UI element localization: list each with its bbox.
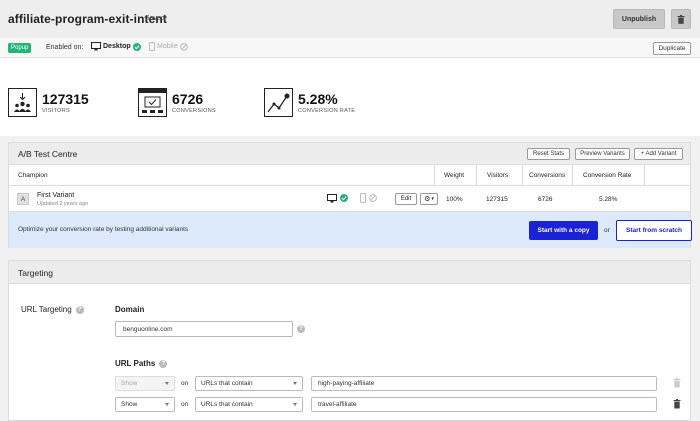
conversions-icon <box>138 88 167 117</box>
conversions-stat: 6726 CONVERSIONS <box>138 88 216 117</box>
url-paths-text: URL Paths <box>115 359 156 368</box>
path-match-value: URLs that contain <box>201 380 253 387</box>
help-icon[interactable]: ? <box>297 325 305 333</box>
variant-updated: Updated 2 years ago <box>37 201 89 207</box>
domain-label: Domain <box>115 305 145 314</box>
on-label: on <box>181 380 189 387</box>
conversion-rate-value: 5.28% <box>298 91 338 107</box>
col-weight: Weight <box>444 172 465 179</box>
disabled-circle-icon <box>179 42 188 51</box>
ab-test-panel: A/B Test Centre Reset Stats Preview Vari… <box>8 142 692 248</box>
popup-type-badge: Popup <box>8 43 32 53</box>
conversions-value: 6726 <box>172 91 204 107</box>
start-with-copy-button[interactable]: Start with a copy <box>529 221 598 240</box>
targeting-title: Targeting <box>18 268 53 278</box>
check-circle-icon <box>340 194 348 202</box>
ab-table-header: Champion Weight Visitors Conversions Con… <box>9 165 690 186</box>
edit-variant-button[interactable]: Edit <box>395 193 417 205</box>
conversions-label: CONVERSIONS <box>172 108 216 114</box>
col-conversion-rate: Conversion Rate <box>583 172 632 179</box>
path-match-value: URLs that contain <box>201 401 253 408</box>
help-icon[interactable]: ? <box>159 359 168 368</box>
check-circle-icon <box>132 42 141 51</box>
or-separator: or <box>604 227 610 234</box>
col-visitors: Visitors <box>487 172 509 179</box>
trash-icon[interactable] <box>673 378 681 388</box>
chevron-down-icon: ▾ <box>431 196 434 202</box>
top-header: affiliate-program-exit-intent Saved Unpu… <box>0 0 700 38</box>
conversion-rate-stat: 5.28% CONVERSION RATE <box>264 88 355 117</box>
col-conversions: Conversions <box>529 172 566 179</box>
variant-letter-badge: A <box>17 193 29 205</box>
col-champion: Champion <box>18 172 48 179</box>
trash-icon <box>677 14 685 24</box>
chevron-down-icon <box>165 403 169 406</box>
variant-name[interactable]: First Variant <box>37 192 74 199</box>
path-value-input[interactable]: high-paying-affiliate <box>311 376 657 391</box>
variant-conversion-rate: 5.28% <box>599 196 618 203</box>
desktop-icon <box>91 42 101 51</box>
campaign-subbar: Popup Enabled on: Desktop Mobile <box>0 38 700 58</box>
path-value-input[interactable]: travel-affiliate <box>311 397 657 412</box>
ab-test-header: A/B Test Centre Reset Stats Preview Vari… <box>9 143 690 165</box>
start-from-scratch-button[interactable]: Start from scratch <box>616 220 692 241</box>
gear-icon: ⚙ <box>424 196 431 203</box>
visitors-icon <box>8 88 37 117</box>
desktop-toggle[interactable]: Desktop <box>91 42 141 51</box>
targeting-header: Targeting <box>9 261 690 284</box>
chevron-down-icon <box>165 382 169 385</box>
variant-weight: 100% <box>446 196 463 203</box>
optimize-banner: Optimize your conversion rate by testing… <box>9 212 692 248</box>
visitors-label: VISITORS <box>42 108 70 114</box>
mobile-toggle[interactable]: Mobile <box>149 42 188 51</box>
chevron-down-icon <box>293 403 297 406</box>
variant-visitors: 127315 <box>486 196 508 203</box>
duplicate-button[interactable]: Duplicate <box>653 42 691 55</box>
disabled-circle-icon <box>369 194 377 202</box>
unpublish-button[interactable]: Unpublish <box>613 9 665 29</box>
saved-status: Saved <box>145 15 165 22</box>
help-icon[interactable]: ? <box>75 305 84 314</box>
variant-row: A First Variant Updated 2 years ago Edit… <box>9 186 690 212</box>
reset-stats-button[interactable]: Reset Stats <box>527 148 570 160</box>
desktop-icon <box>327 194 337 203</box>
stats-panel: 127315 VISITORS 6726 CONVERSIONS 5.28% C… <box>0 58 700 136</box>
mobile-icon <box>360 193 366 203</box>
chevron-down-icon <box>293 382 297 385</box>
on-label: on <box>181 401 189 408</box>
delete-button[interactable] <box>671 9 691 29</box>
path-mode-select[interactable]: Show <box>115 376 175 391</box>
optimize-text: Optimize your conversion rate by testing… <box>18 226 189 233</box>
variant-settings-button[interactable]: ⚙ ▾ <box>420 193 438 205</box>
domain-input[interactable]: benguonline.com <box>115 321 293 337</box>
page-title: affiliate-program-exit-intent <box>8 12 167 26</box>
path-mode-value: Show <box>121 380 138 387</box>
preview-variants-button[interactable]: Preview Variants <box>575 148 630 160</box>
add-variant-button[interactable]: + Add Variant <box>634 148 683 160</box>
enabled-on-label: Enabled on: <box>46 44 84 51</box>
url-targeting-label: URL Targeting ? <box>21 305 84 314</box>
targeting-panel: Targeting URL Targeting ? Domain benguon… <box>8 260 691 421</box>
url-targeting-text: URL Targeting <box>21 305 72 314</box>
mobile-icon <box>149 42 155 51</box>
visitors-value: 127315 <box>42 91 89 107</box>
trash-icon[interactable] <box>673 399 681 409</box>
path-mode-select[interactable]: Show <box>115 397 175 412</box>
desktop-label: Desktop <box>103 43 131 50</box>
path-match-select[interactable]: URLs that contain <box>195 376 303 391</box>
path-mode-value: Show <box>121 401 138 408</box>
ab-test-title: A/B Test Centre <box>18 149 78 159</box>
trend-chart-icon <box>264 88 293 117</box>
visitors-stat: 127315 VISITORS <box>8 88 89 117</box>
conversion-rate-label: CONVERSION RATE <box>298 108 356 114</box>
variant-conversions: 6726 <box>538 196 553 203</box>
mobile-label: Mobile <box>157 43 178 50</box>
url-paths-label: URL Paths ? <box>115 359 168 368</box>
path-match-select[interactable]: URLs that contain <box>195 397 303 412</box>
